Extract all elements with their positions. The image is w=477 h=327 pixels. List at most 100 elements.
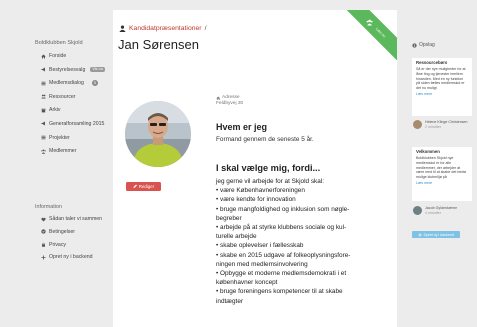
statement-line: københavner koncept: [216, 279, 278, 287]
megaphone-icon: [40, 121, 46, 127]
statement-line: • skabe oplevelser i fællesskab: [216, 242, 304, 250]
left-sidebar: Boldklubben Skjold Forside Bestyrelsesva…: [0, 0, 110, 327]
statement-line: begreber: [216, 214, 242, 222]
list-icon: [40, 80, 46, 86]
group-icon: [40, 148, 46, 154]
plus-icon: [418, 232, 422, 237]
avatar: [413, 120, 422, 129]
plus-icon: [40, 254, 46, 260]
people-icon: [40, 94, 46, 100]
statement-line: • skabe en 2015 udgave af folkeoplysning…: [216, 251, 351, 259]
status-ribbon: Læs nu: [343, 10, 397, 64]
news-card: Ressourcebørs Så er der nye muligheder f…: [412, 58, 472, 116]
sidebar-item-medlemsdialog[interactable]: Medlemsdialog 5: [40, 80, 110, 87]
read-more-link[interactable]: Læs mere: [416, 181, 468, 186]
candidate-statement: jeg gerne vil arbejde for at Skjold skal…: [216, 177, 376, 306]
posts-label: Opslag: [419, 42, 435, 48]
address-value: Feldbyvej 30: [216, 101, 244, 107]
sidebar-item-label: Ressourcer: [49, 93, 76, 100]
sidebar-item-ressourcer[interactable]: Ressourcer: [40, 94, 110, 100]
sidebar-item-opret-ny[interactable]: Opret ny i backend: [40, 254, 110, 260]
avatar: [413, 206, 422, 215]
address-block: Adresse Feldbyvej 30: [216, 95, 243, 107]
choose-heading: I skal vælge mig, fordi...: [216, 163, 321, 173]
count-badge: 5: [91, 80, 98, 87]
breadcrumb-link[interactable]: Kandidatpræsentationer: [129, 25, 202, 32]
edit-button-label: Rediger: [138, 184, 155, 189]
news-card: Velkommen Boldklubben Skjold nye medlems…: [412, 147, 472, 201]
edit-button[interactable]: Rediger: [126, 182, 161, 191]
sidebar-item-label: Bestyrelsesvalg: [49, 66, 86, 73]
breadcrumb: Kandidatpræsentationer /: [119, 25, 206, 32]
main-nav: Forside Bestyrelsesvalg Vis nu Medlemsdi…: [40, 53, 110, 162]
sidebar-item-generalforsamling[interactable]: Generalforsamling 2015: [40, 121, 110, 127]
author-row: Jacob Gyldenkærne 4 minutter: [413, 206, 475, 215]
list-icon: [40, 135, 46, 141]
read-more-link[interactable]: Læs mere: [416, 92, 468, 97]
author-row: Helene Klinge Christensen 2 minutter: [413, 120, 475, 129]
user-icon: [119, 25, 126, 32]
sidebar-item-forside[interactable]: Forside: [40, 53, 110, 59]
avatar: [125, 101, 191, 167]
ribbon-label: Læs nu: [374, 26, 387, 39]
card-text: Så er der nye muligheder for at låne tin…: [416, 67, 466, 91]
statement-line: ningen med medlemsinvolvering: [216, 260, 308, 268]
card-text: Boldklubben Skjold nye medlemskol er for…: [416, 156, 467, 180]
sidebar-item-label: Forside: [49, 53, 67, 59]
sidebar-item-label: Medlemsdialog: [49, 80, 84, 87]
pencil-icon: [133, 184, 137, 189]
heart-icon: [40, 216, 46, 222]
create-button-label: Opret ny i backend: [423, 232, 454, 237]
sidebar-item-label: Betingelser: [49, 228, 75, 235]
card-title: Velkommen: [416, 149, 440, 154]
statement-line: • være Københavnerforeningen: [216, 187, 305, 195]
info-nav: Sådan taler vi sammen Betingelser Privac…: [40, 216, 110, 267]
status-badge: Vis nu: [90, 66, 105, 72]
sidebar-item-label: Medlemmer: [49, 148, 77, 155]
lock-icon: [40, 242, 46, 248]
author-name: Helene Klinge Christensen: [425, 120, 468, 124]
statement-line: jeg gerne vil arbejde for at Skjold skal…: [216, 178, 324, 185]
card-title: Ressourcebørs: [416, 60, 448, 65]
megaphone-icon: [40, 67, 46, 73]
timestamp: 2 minutter: [425, 124, 441, 129]
statement-line: indtægter: [216, 297, 243, 305]
statement-line: • bruge mangfoldighed og inklusion som n…: [216, 205, 350, 213]
sidebar-item-label: Privacy: [49, 241, 67, 248]
home-icon: [40, 53, 46, 59]
statement-line: • Opbygge et moderne medlemsdemokrati i …: [216, 270, 347, 278]
sidebar-item-label: Sådan taler vi sammen: [49, 216, 103, 222]
breadcrumb-separator: /: [204, 25, 207, 32]
statement-line: • arbejde på at styrke klubbens sociale …: [216, 224, 347, 232]
club-name: Boldklubben Skjold: [35, 40, 83, 46]
home-icon: [216, 96, 221, 100]
check-circle-icon: [40, 229, 46, 235]
sidebar-item-label: Opret ny i backend: [49, 254, 93, 261]
sidebar-item-arkiv[interactable]: Arkiv: [40, 107, 110, 113]
statement-line: • bruge foreningens kompetencer til at s…: [216, 288, 343, 296]
main-content: Kandidatpræsentationer / Jan Sørensen Læ…: [113, 10, 397, 327]
sidebar-item-label: Generalforsamling 2015: [49, 120, 105, 127]
sidebar-item-privacy[interactable]: Privacy: [40, 242, 110, 248]
who-heading: Hvem er jeg: [216, 122, 268, 132]
statement-line: turelle arbejde: [216, 233, 257, 241]
group-icon: [366, 18, 373, 25]
archive-icon: [40, 107, 46, 113]
timestamp: 4 minutter: [425, 210, 441, 215]
create-in-backend-button[interactable]: Opret ny i backend: [412, 231, 460, 238]
sidebar-item-projekter[interactable]: Projekter: [40, 135, 110, 141]
sidebar-item-betingelser[interactable]: Betingelser: [40, 229, 110, 235]
sidebar-item-label: Projekter: [49, 134, 70, 141]
sidebar-item-saadan-taler-vi[interactable]: Sådan taler vi sammen: [40, 216, 110, 222]
sidebar-item-label: Arkiv: [49, 107, 61, 114]
sidebar-item-bestyrelsesvalg[interactable]: Bestyrelsesvalg Vis nu: [40, 66, 110, 73]
who-text: Formand gennem de seneste 5 år.: [216, 136, 314, 143]
info-heading: Information: [35, 204, 62, 210]
page-title: Jan Sørensen: [118, 37, 199, 52]
right-sidebar: Opslag Ressourcebørs Så er der nye mulig…: [408, 38, 477, 327]
statement-line: • være kendte for innovation: [216, 196, 296, 204]
sidebar-item-medlemmer[interactable]: Medlemmer: [40, 148, 110, 154]
posts-link[interactable]: Opslag: [412, 42, 435, 48]
author-name: Jacob Gyldenkærne: [425, 206, 458, 210]
info-icon: [412, 42, 417, 48]
